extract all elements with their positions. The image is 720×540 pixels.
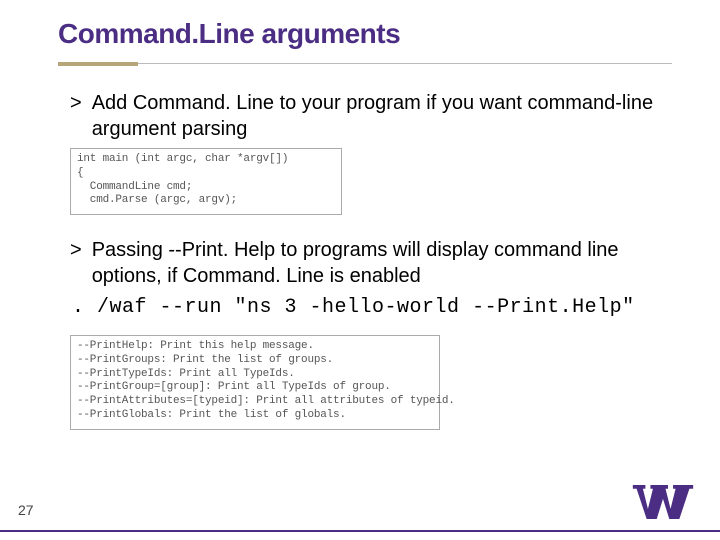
uw-logo-icon xyxy=(630,480,696,524)
title-underline-rule xyxy=(138,63,672,64)
footer-rule xyxy=(0,530,720,532)
bullet-item: > Passing --Print. Help to programs will… xyxy=(70,237,672,289)
title-underline-accent xyxy=(58,62,138,66)
slide: Command.Line arguments > Add Command. Li… xyxy=(0,0,720,540)
bullet-item: > Add Command. Line to your program if y… xyxy=(70,90,672,142)
bullet-marker: > xyxy=(70,90,82,142)
bullet-text: Passing --Print. Help to programs will d… xyxy=(92,237,672,289)
slide-title: Command.Line arguments xyxy=(58,18,400,50)
code-snippet-main: int main (int argc, char *argv[]) { Comm… xyxy=(70,148,342,215)
page-number: 27 xyxy=(18,502,34,518)
bullet-marker: > xyxy=(70,237,82,289)
bullet-text: Add Command. Line to your program if you… xyxy=(92,90,672,142)
slide-body: > Add Command. Line to your program if y… xyxy=(70,90,672,430)
command-line-example: . /waf --run "ns 3 -hello-world --Print.… xyxy=(72,295,672,321)
help-output-box: --PrintHelp: Print this help message. --… xyxy=(70,335,440,430)
